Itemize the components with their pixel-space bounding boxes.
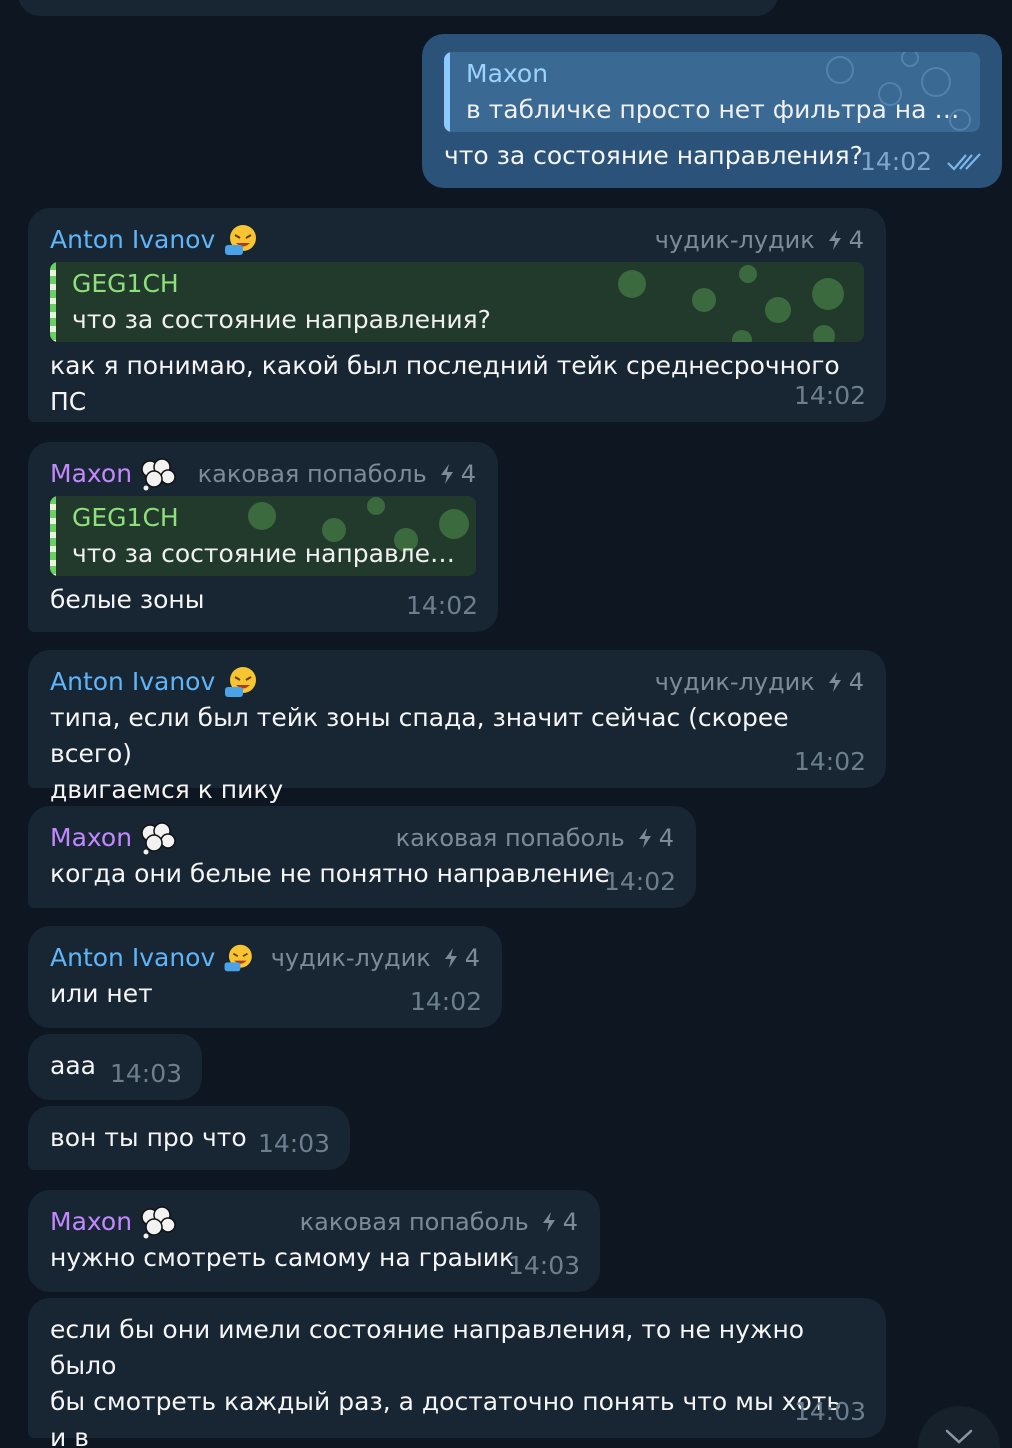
sender-name[interactable]: Anton Ivanov <box>50 940 215 976</box>
laughing-emoji-icon <box>225 667 257 697</box>
message-meta: 14:02 <box>406 588 478 624</box>
message-text: нужно смотреть самому на граыик <box>50 1243 515 1272</box>
cloud-sticker-icon <box>141 822 176 855</box>
message-incoming[interactable]: вон ты про что 14:03 <box>28 1106 350 1170</box>
message-meta: 14:02 <box>410 984 482 1020</box>
message-incoming[interactable]: Maxon каковая попаболь 4 GEG1CH что за с… <box>28 442 498 632</box>
previous-message-remnant <box>18 0 778 16</box>
message-time: 14:02 <box>793 747 866 776</box>
rank-title: каковая попаболь <box>299 1208 529 1236</box>
member-rank: чудик-лудик 4 <box>639 222 864 258</box>
sender-name[interactable]: Anton Ivanov <box>50 664 215 700</box>
message-incoming[interactable]: ааа 14:03 <box>28 1034 202 1100</box>
rank-title: каковая попаболь <box>395 824 625 852</box>
member-rank: чудик-лудик 4 <box>639 664 864 700</box>
message-header: Anton Ivanov чудик-лудик 4 <box>50 222 864 258</box>
bolt-icon <box>638 828 651 848</box>
reply-quote[interactable]: GEG1CH что за состояние направления? <box>50 262 864 342</box>
sender-name[interactable]: Maxon <box>50 1204 132 1240</box>
message-header: Anton Ivanov чудик-лудик 4 <box>50 664 864 700</box>
message-incoming[interactable]: Maxon каковая попаболь 4 нужно смотреть … <box>28 1190 600 1292</box>
message-text: типа, если был тейк зоны спада, значит с… <box>50 703 789 804</box>
scroll-to-bottom-button[interactable] <box>918 1406 1000 1448</box>
rank-level: 4 <box>848 668 864 696</box>
bolt-icon <box>444 948 457 968</box>
member-rank: каковая попаболь 4 <box>182 456 476 492</box>
member-rank: каковая попаболь 4 <box>380 820 674 856</box>
double-check-icon <box>947 153 981 171</box>
message-meta: 14:03 <box>110 1056 182 1092</box>
message-meta: 14:03 <box>508 1248 580 1284</box>
rank-level: 4 <box>464 944 480 972</box>
rank-level: 4 <box>460 460 476 488</box>
message-time: 14:02 <box>409 987 482 1016</box>
bolt-icon <box>542 1212 555 1232</box>
message-incoming[interactable]: Anton Ivanov чудик-лудик 4 GEG1CH что за… <box>28 208 886 422</box>
reply-quote[interactable]: GEG1CH что за состояние направлен… <box>50 496 476 576</box>
message-header: Anton Ivanov чудик-лудик 4 <box>50 940 480 976</box>
bolt-icon <box>440 464 453 484</box>
message-outgoing[interactable]: Maxon в табличке просто нет фильтра на с… <box>422 34 1002 188</box>
message-meta: 14:02 <box>794 744 866 780</box>
bolt-icon <box>828 230 841 250</box>
rank-title: чудик-лудик <box>654 226 815 254</box>
reply-text: что за состояние направлен… <box>72 539 462 568</box>
cloud-sticker-icon <box>141 1206 176 1239</box>
rank-title: каковая попаболь <box>197 460 427 488</box>
message-meta: 14:03 <box>258 1126 330 1162</box>
rank-title: чудик-лудик <box>654 668 815 696</box>
reply-text: что за состояние направления? <box>72 305 491 334</box>
message-header: Maxon каковая попаболь 4 <box>50 456 476 492</box>
message-incoming[interactable]: если бы они имели состояние направления,… <box>28 1298 886 1448</box>
sender-name[interactable]: Maxon <box>50 456 132 492</box>
laughing-emoji-icon <box>224 944 253 972</box>
chat-area[interactable]: Maxon в табличке просто нет фильтра на с… <box>0 0 1012 1448</box>
laughing-emoji-icon <box>225 225 257 255</box>
message-text: если бы они имели состояние направления,… <box>50 1315 842 1448</box>
message-time: 14:03 <box>793 1397 866 1426</box>
message-incoming[interactable]: Anton Ivanov чудик-лудик 4 типа, если бы… <box>28 650 886 804</box>
message-meta: 14:02 <box>794 378 866 414</box>
message-meta: 14:02 <box>604 864 676 900</box>
reply-stripe <box>50 262 56 342</box>
reply-stripe <box>444 52 450 132</box>
message-time: 14:03 <box>507 1251 580 1280</box>
reply-quote[interactable]: Maxon в табличке просто нет фильтра на с… <box>444 52 980 132</box>
sender-name[interactable]: Anton Ivanov <box>50 222 215 258</box>
message-meta: 14:03 <box>794 1394 866 1430</box>
message-text: как я понимаю, какой был последний тейк … <box>50 351 848 416</box>
message-time: 14:02 <box>859 147 932 176</box>
sender-name[interactable]: Maxon <box>50 820 132 856</box>
reply-text: в табличке просто нет фильтра на сос… <box>466 95 966 124</box>
message-time: 14:03 <box>257 1129 330 1158</box>
message-header: Maxon каковая попаболь 4 <box>50 1204 578 1240</box>
message-time: 14:02 <box>405 591 478 620</box>
message-time: 14:03 <box>109 1059 182 1088</box>
reply-stripe <box>50 496 56 576</box>
message-time: 14:02 <box>793 381 866 410</box>
message-time: 14:02 <box>603 867 676 896</box>
message-meta: 14:02 <box>860 144 982 180</box>
message-header: Maxon каковая попаболь 4 <box>50 820 674 856</box>
rank-title: чудик-лудик <box>270 944 431 972</box>
chevron-down-icon <box>945 1429 973 1444</box>
member-rank: чудик-лудик 4 <box>255 940 480 976</box>
bolt-icon <box>828 672 841 692</box>
cloud-sticker-icon <box>141 458 176 491</box>
member-rank: каковая попаболь 4 <box>284 1204 578 1240</box>
rank-level: 4 <box>848 226 864 254</box>
message-incoming[interactable]: Anton Ivanov чудик-лудик 4 или нет 14:02 <box>28 926 502 1028</box>
rank-level: 4 <box>562 1208 578 1236</box>
message-text: когда они белые не понятно направление <box>50 859 610 888</box>
message-incoming[interactable]: Maxon каковая попаболь 4 когда они белые… <box>28 806 696 908</box>
rank-level: 4 <box>658 824 674 852</box>
